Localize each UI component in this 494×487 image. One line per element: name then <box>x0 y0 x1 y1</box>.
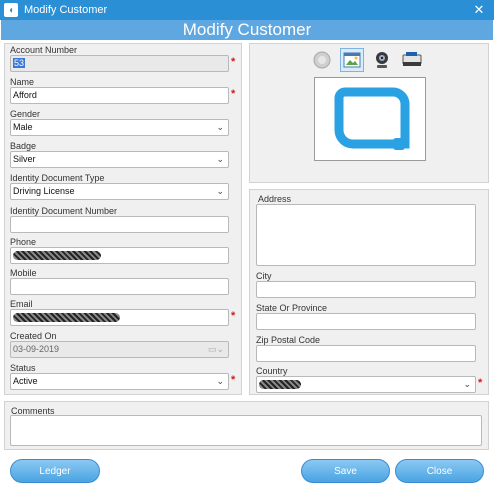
window-close-button[interactable]: ✕ <box>464 0 494 20</box>
chevron-down-icon: ⌄ <box>216 154 224 164</box>
email-field[interactable] <box>10 309 229 326</box>
required-mark: * <box>478 377 483 389</box>
mobile-label: Mobile <box>10 268 37 278</box>
name-field[interactable]: Afford <box>10 87 229 104</box>
calendar-icon: ▭⌄ <box>207 344 224 354</box>
account-number-value: 53 <box>13 58 26 68</box>
save-button[interactable]: Save <box>301 459 390 483</box>
id-doc-type-label: Identity Document Type <box>10 173 105 183</box>
status-select[interactable]: Active ⌄ <box>10 373 229 390</box>
zip-label: Zip Postal Code <box>256 335 321 345</box>
account-number-label: Account Number <box>10 45 78 55</box>
id-doc-number-field[interactable] <box>10 216 229 233</box>
name-value: Afford <box>13 90 37 100</box>
address-label: Address <box>258 194 292 204</box>
phone-field[interactable] <box>10 247 229 264</box>
address-panel: Address City State Or Province Zip Posta… <box>249 189 489 395</box>
account-number-field: 53 <box>10 55 229 72</box>
badge-value: Silver <box>13 154 36 164</box>
customer-logo-image <box>334 87 410 150</box>
chevron-down-icon: ⌄ <box>216 122 224 132</box>
gender-value: Male <box>13 122 33 132</box>
required-mark: * <box>231 374 236 386</box>
required-mark: * <box>231 310 236 322</box>
country-label: Country <box>256 366 288 376</box>
page-title: Modify Customer <box>1 20 493 40</box>
comments-panel: Comments <box>4 401 489 450</box>
status-value: Active <box>13 376 38 386</box>
gender-select[interactable]: Male ⌄ <box>10 119 229 136</box>
required-mark: * <box>231 56 236 68</box>
gender-label: Gender <box>10 109 41 119</box>
badge-label: Badge <box>10 141 37 151</box>
browse-image-icon[interactable] <box>340 48 364 72</box>
clear-photo-icon[interactable] <box>310 48 334 72</box>
zip-field[interactable] <box>256 345 476 362</box>
country-select[interactable]: ⌄ <box>256 376 476 393</box>
name-label: Name <box>10 77 35 87</box>
mobile-field[interactable] <box>10 278 229 295</box>
country-redacted-value <box>259 380 301 389</box>
state-field[interactable] <box>256 313 476 330</box>
phone-label: Phone <box>10 237 37 247</box>
window-title: Modify Customer <box>24 4 108 16</box>
photo-panel <box>249 43 489 183</box>
webcam-icon[interactable] <box>370 48 394 72</box>
chevron-down-icon: ⌄ <box>216 376 224 386</box>
id-doc-type-select[interactable]: Driving License ⌄ <box>10 183 229 200</box>
email-redacted-value <box>13 313 120 322</box>
created-on-value: 03-09-2019 <box>13 344 60 354</box>
app-logo-icon: ◖ <box>4 3 18 17</box>
id-doc-type-value: Driving License <box>13 186 75 196</box>
customer-details-panel: Account Number 53 * Name Afford * Gender… <box>4 43 242 395</box>
chevron-down-icon: ⌄ <box>463 379 471 389</box>
created-on-label: Created On <box>10 331 57 341</box>
required-mark: * <box>231 88 236 100</box>
state-label: State Or Province <box>256 303 328 313</box>
phone-redacted-value <box>13 251 101 260</box>
badge-select[interactable]: Silver ⌄ <box>10 151 229 168</box>
window-titlebar: ◖ Modify Customer ✕ <box>0 0 494 20</box>
scanner-icon[interactable] <box>400 48 424 72</box>
city-field[interactable] <box>256 281 476 298</box>
comments-textarea[interactable] <box>10 415 482 446</box>
ledger-button[interactable]: Ledger <box>10 459 100 483</box>
email-label: Email <box>10 299 33 309</box>
id-doc-number-label: Identity Document Number <box>10 206 118 216</box>
chevron-down-icon: ⌄ <box>216 186 224 196</box>
status-label: Status <box>10 363 36 373</box>
created-on-date-picker: 03-09-2019 ▭⌄ <box>10 341 229 358</box>
address-textarea[interactable] <box>256 204 476 266</box>
city-label: City <box>256 271 272 281</box>
close-button[interactable]: Close <box>395 459 484 483</box>
customer-photo <box>314 77 426 161</box>
